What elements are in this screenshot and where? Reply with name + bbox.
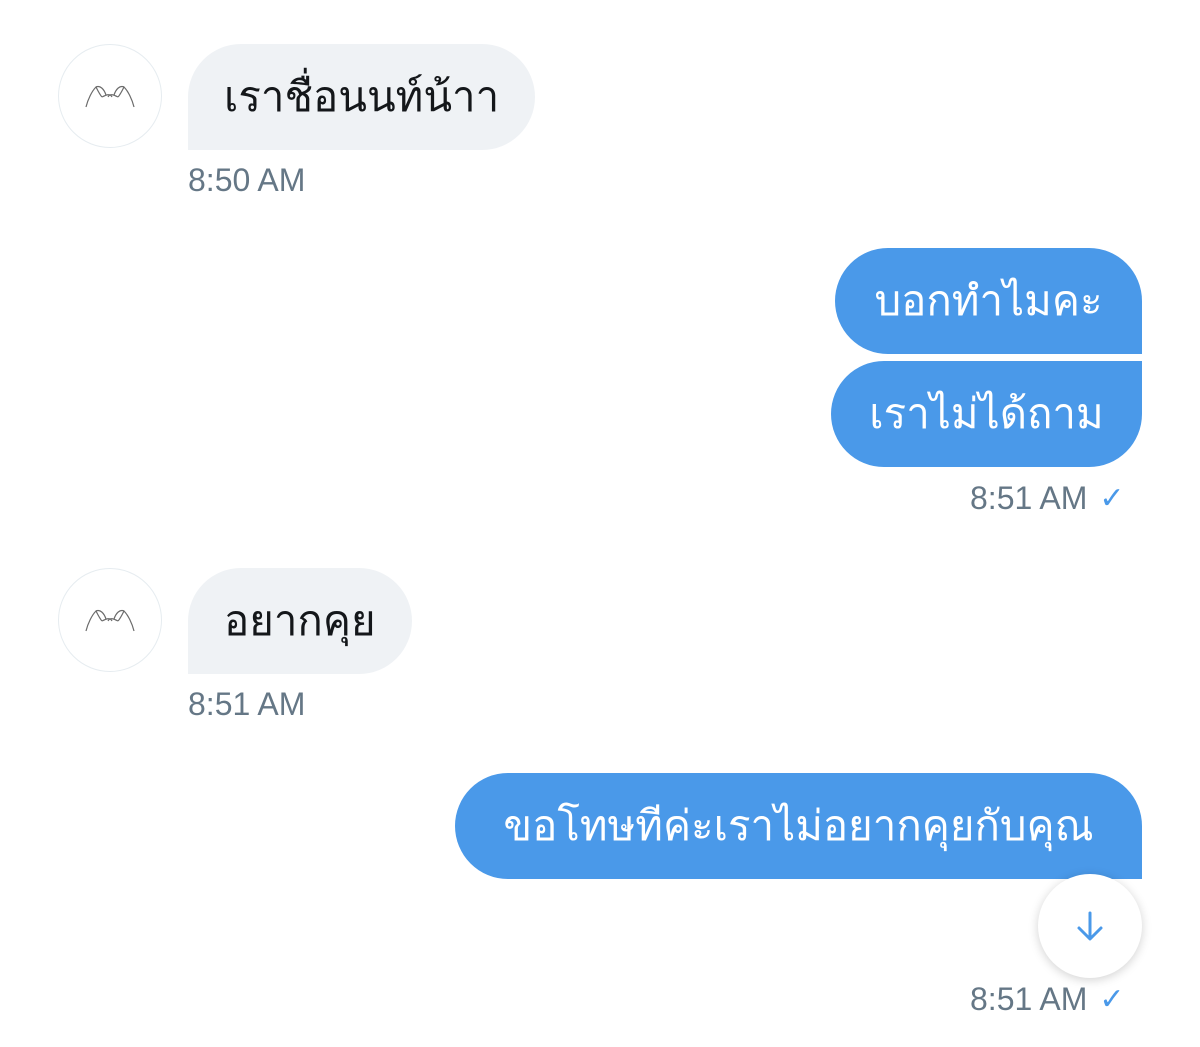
arrow-down-icon bbox=[1077, 911, 1103, 941]
message-text: อยากคุย bbox=[224, 596, 376, 645]
outgoing-message-bubble[interactable]: เราไม่ได้ถาม bbox=[831, 361, 1142, 467]
message-text: บอกทำไมคะ bbox=[874, 276, 1103, 325]
message-timestamp: 8:50 AM bbox=[188, 162, 306, 198]
message-text: เราชื่อนนท์น้าา bbox=[224, 72, 500, 121]
incoming-message-bubble[interactable]: เราชื่อนนท์น้าา bbox=[188, 44, 536, 150]
message-text: ขอโทษทีค่ะเราไม่อยากคุยกับคุณ bbox=[503, 801, 1094, 850]
message-timestamp: 8:51 AM ✓ bbox=[970, 981, 1125, 1017]
check-icon: ✓ bbox=[1099, 482, 1125, 515]
sender-avatar[interactable] bbox=[58, 568, 162, 672]
check-icon: ✓ bbox=[1099, 983, 1125, 1016]
pinky-promise-icon bbox=[85, 609, 135, 632]
outgoing-message-bubble[interactable]: ขอโทษทีค่ะเราไม่อยากคุยกับคุณ bbox=[455, 773, 1142, 879]
sender-avatar[interactable] bbox=[58, 44, 162, 148]
outgoing-message-bubble[interactable]: บอกทำไมคะ bbox=[835, 248, 1142, 354]
message-text: เราไม่ได้ถาม bbox=[869, 389, 1104, 438]
message-timestamp: 8:51 AM bbox=[188, 686, 306, 722]
incoming-message-bubble[interactable]: อยากคุย bbox=[188, 568, 412, 674]
scroll-to-bottom-button[interactable] bbox=[1038, 874, 1142, 978]
pinky-promise-icon bbox=[85, 85, 135, 108]
message-timestamp: 8:51 AM ✓ bbox=[970, 480, 1125, 516]
